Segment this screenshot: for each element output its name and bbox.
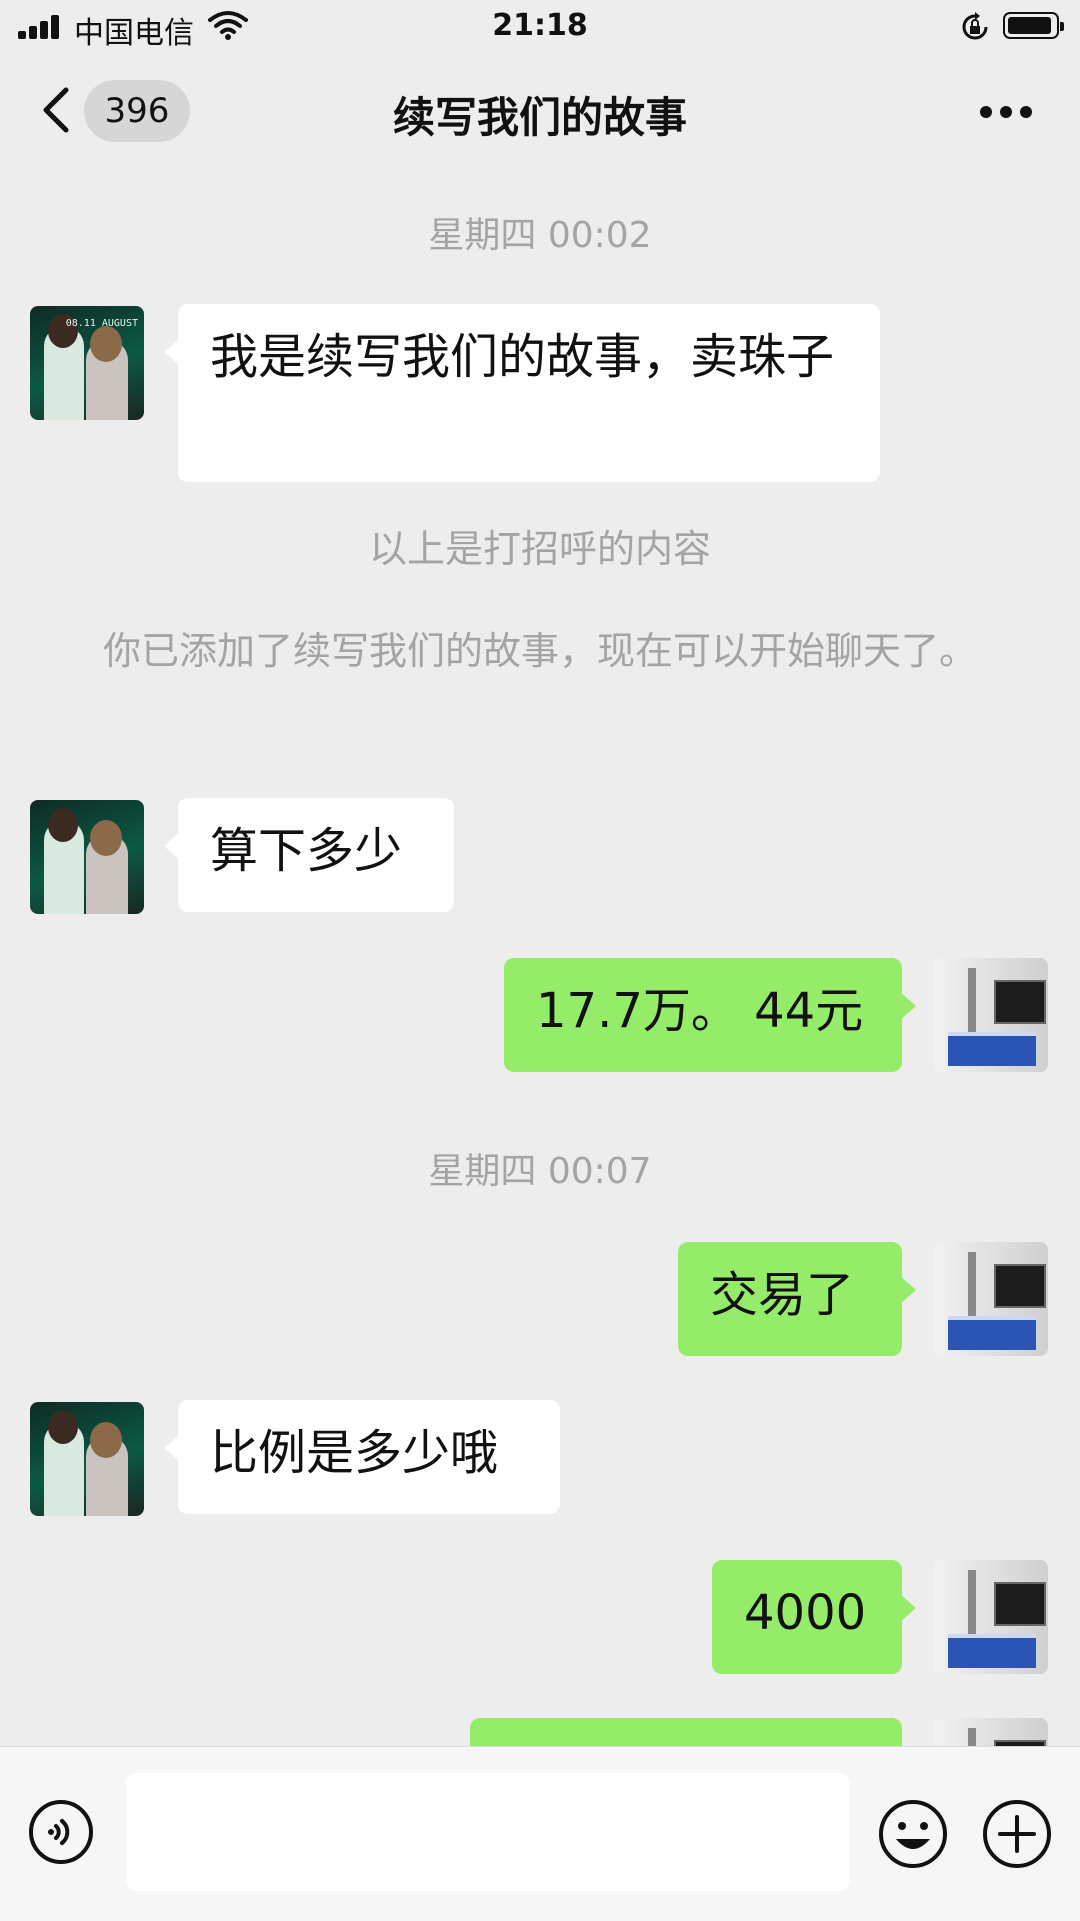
input-bar (0, 1746, 1080, 1921)
voice-icon[interactable] (28, 1799, 94, 1865)
my-avatar[interactable] (934, 958, 1048, 1072)
contact-avatar[interactable]: 08.11 AUGUST (30, 306, 144, 420)
time-separator: 星期四 00:02 (428, 215, 652, 256)
nav-bar: 396 续写我们的故事 (0, 56, 1080, 166)
time-separator: 星期四 00:07 (428, 1151, 652, 1192)
message-bubble-outgoing[interactable]: 4000 (712, 1560, 916, 1674)
rotation-lock-icon (962, 12, 988, 40)
contact-avatar[interactable] (30, 1402, 144, 1516)
chat-title: 续写我们的故事 (392, 93, 687, 142)
status-bar: 中国电信 21:18 (0, 0, 1080, 56)
chat-history[interactable]: 星期四 00:02 08.11 AUGUST 我是续写我们的故事，卖珠子 以上是… (0, 166, 1080, 1746)
message-bubble-incoming[interactable]: 我是续写我们的故事，卖珠子 (164, 304, 880, 482)
battery-icon (1003, 12, 1064, 39)
more-icon[interactable] (980, 106, 1032, 120)
avatar-tag: 08.11 AUGUST (65, 318, 138, 329)
emoji-icon[interactable] (878, 1799, 948, 1869)
message-bubble-incoming[interactable]: 比例是多少哦 (164, 1400, 560, 1514)
system-message: 你已添加了续写我们的故事，现在可以开始聊天了。 (102, 629, 977, 673)
status-time: 21:18 (492, 8, 588, 43)
contact-avatar[interactable] (30, 800, 144, 914)
message-bubble-outgoing[interactable]: 17.7万。 44元 (504, 958, 916, 1072)
my-avatar[interactable] (934, 1242, 1048, 1356)
system-message: 以上是打招呼的内容 (368, 527, 711, 571)
message-bubble-incoming[interactable]: 算下多少 (164, 798, 454, 912)
message-bubble-outgoing-partial[interactable] (470, 1718, 902, 1746)
message-bubble-outgoing[interactable]: 交易了 (678, 1242, 916, 1356)
my-avatar[interactable] (934, 1560, 1048, 1674)
plus-icon[interactable] (982, 1799, 1052, 1869)
my-avatar[interactable] (934, 1718, 1048, 1746)
message-input[interactable] (126, 1773, 850, 1891)
